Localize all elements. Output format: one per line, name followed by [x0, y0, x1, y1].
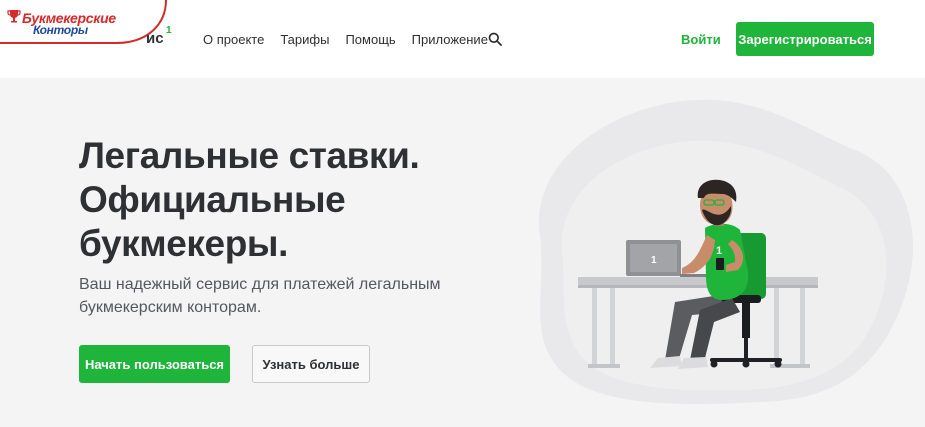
hero-title: Легальные ставки. Официальные букмекеры. [79, 134, 499, 266]
register-button[interactable]: Зарегистрироваться [736, 22, 874, 56]
cup [716, 258, 724, 270]
shirt-number: 1 [716, 245, 722, 257]
trophy-icon [7, 10, 21, 23]
logo-text: ис [146, 30, 164, 47]
logo[interactable]: Букмекерские Конторы ис 1 [0, 0, 175, 78]
logo-mark: 1 [166, 25, 172, 36]
hero-subtitle-line2: букмекерским конторам. [79, 299, 262, 316]
hero-title-line3: букмекеры. [79, 223, 288, 264]
nav-item-app[interactable]: Приложение [412, 32, 488, 47]
laptop-mark: 1 [651, 255, 657, 266]
nav-item-help[interactable]: Помощь [345, 32, 395, 47]
hero-title-line1: Легальные ставки. [79, 135, 420, 176]
desk-top [578, 277, 818, 285]
desk-leg [592, 288, 597, 368]
nav-item-about[interactable]: О проекте [203, 32, 264, 47]
hero-illustration: 1 1 [538, 99, 913, 405]
hero-subtitle-line1: Ваш надежный сервис для платежей легальн… [79, 276, 441, 293]
nav-item-pricing[interactable]: Тарифы [280, 32, 329, 47]
logo-badge-line2: Конторы [33, 23, 88, 37]
hero-subtitle: Ваш надежный сервис для платежей легальн… [79, 273, 459, 319]
hero-title-line2: Официальные [79, 179, 346, 220]
start-using-button[interactable]: Начать пользоваться [79, 345, 230, 383]
main-nav: О проекте Тарифы Помощь Приложение [203, 32, 488, 47]
learn-more-button[interactable]: Узнать больше [252, 345, 370, 383]
search-icon[interactable] [488, 32, 502, 46]
login-link[interactable]: Войти [681, 32, 721, 47]
site-header: Букмекерские Конторы ис 1 О проекте Тари… [0, 0, 925, 78]
